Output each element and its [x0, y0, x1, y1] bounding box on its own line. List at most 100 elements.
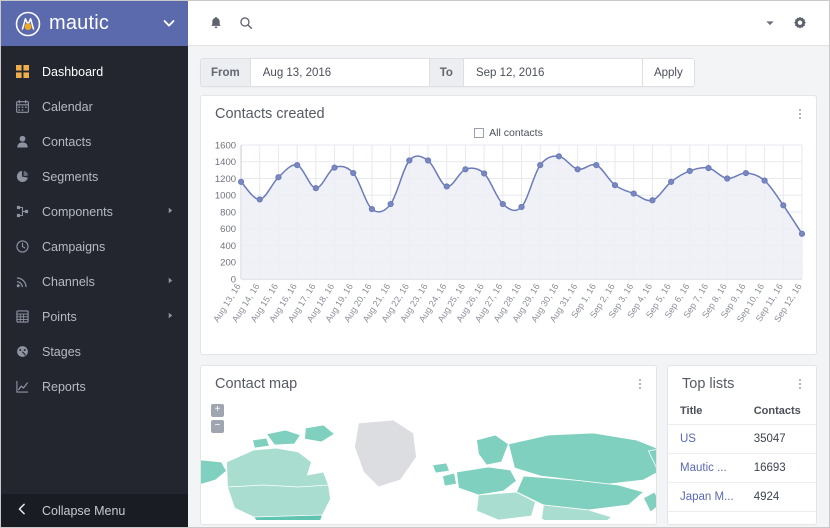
cell-title[interactable]: US	[668, 425, 752, 454]
rss-icon	[16, 275, 36, 288]
sidebar-item-label: Dashboard	[42, 65, 103, 79]
contact-map-header: Contact map	[201, 366, 656, 398]
kebab-menu-icon[interactable]	[636, 377, 644, 391]
sidebar-item-points[interactable]: Points	[1, 299, 188, 334]
table-header: Title Contacts	[668, 398, 816, 425]
top-lists-panel: Top lists Title Contacts US35047Mautic .…	[667, 365, 817, 525]
brand-name: mautic	[49, 12, 109, 35]
svg-text:1600: 1600	[215, 141, 236, 151]
from-date-input[interactable]	[251, 59, 430, 86]
gear-icon[interactable]	[785, 8, 815, 38]
contacts-created-chart: 02004006008001000120014001600Aug 13, 16A…	[201, 141, 816, 341]
panel-title: Contact map	[215, 376, 297, 392]
grid-icon	[16, 65, 36, 78]
contacts-created-header: Contacts created	[201, 96, 816, 128]
svg-text:400: 400	[220, 241, 236, 252]
table-header-row: Title Contacts	[668, 398, 816, 425]
calendar-icon	[16, 100, 36, 113]
sitemap-icon	[16, 205, 36, 218]
bottom-row: Contact map + − Top lists	[200, 365, 817, 525]
sidebar-item-contacts[interactable]: Contacts	[1, 124, 188, 159]
to-label: To	[430, 59, 464, 86]
svg-text:200: 200	[220, 258, 236, 269]
chevron-right-icon	[167, 207, 174, 216]
chevron-right-icon	[167, 277, 174, 286]
chevron-down-icon[interactable]	[162, 16, 176, 32]
clock-icon	[16, 240, 36, 253]
sidebar-item-campaigns[interactable]: Campaigns	[1, 229, 188, 264]
caret-down-icon[interactable]	[755, 8, 785, 38]
sidebar-item-segments[interactable]: Segments	[1, 159, 188, 194]
search-icon[interactable]	[231, 8, 261, 38]
apply-button[interactable]: Apply	[643, 59, 694, 86]
sidebar-item-label: Segments	[42, 170, 98, 184]
dashboard-content: Contacts created All contacts 0200400600…	[188, 95, 829, 527]
sidebar-item-label: Stages	[42, 345, 81, 359]
table-body: US35047Mautic ...16693Japan M...4924	[668, 425, 816, 512]
brand-header[interactable]: mautic	[1, 1, 188, 46]
chevron-left-icon	[16, 503, 36, 518]
panel-title: Top lists	[682, 376, 734, 392]
sidebar-item-label: Channels	[42, 275, 95, 289]
svg-text:800: 800	[220, 208, 236, 219]
sidebar-item-calendar[interactable]: Calendar	[1, 89, 188, 124]
map-zoom-out-button[interactable]: −	[211, 420, 224, 433]
mautic-dashboard-window: mautic Dashboard Calendar	[0, 0, 830, 528]
top-lists-header: Top lists	[668, 366, 816, 398]
sidebar-item-stages[interactable]: Stages	[1, 334, 188, 369]
mautic-logo-icon	[15, 11, 41, 37]
sidebar-item-channels[interactable]: Channels	[1, 264, 188, 299]
sidebar-item-label: Points	[42, 310, 77, 324]
panel-title: Contacts created	[215, 106, 325, 122]
sidebar-item-label: Components	[42, 205, 113, 219]
legend-checkbox[interactable]	[474, 128, 484, 138]
table-row[interactable]: Mautic ...16693	[668, 454, 816, 483]
calculator-icon	[16, 310, 36, 323]
table-row[interactable]: Japan M...4924	[668, 483, 816, 512]
cell-contacts: 35047	[752, 425, 816, 454]
world-map[interactable]: + −	[201, 398, 656, 520]
svg-text:1000: 1000	[215, 191, 236, 202]
column-header-contacts: Contacts	[752, 398, 816, 425]
sidebar-nav: Dashboard Calendar Contacts Segments	[1, 46, 188, 494]
legend-label: All contacts	[489, 127, 543, 139]
sidebar-item-label: Campaigns	[42, 240, 105, 254]
chevron-right-icon	[167, 312, 174, 321]
cell-title[interactable]: Japan M...	[668, 483, 752, 512]
to-date-input[interactable]	[464, 59, 643, 86]
table-row[interactable]: US35047	[668, 425, 816, 454]
pie-chart-icon	[16, 170, 36, 183]
contact-map-panel: Contact map + −	[200, 365, 657, 525]
collapse-menu-label: Collapse Menu	[42, 504, 125, 518]
sidebar-item-label: Contacts	[42, 135, 91, 149]
column-header-title: Title	[668, 398, 752, 425]
contacts-created-panel: Contacts created All contacts 0200400600…	[200, 95, 817, 355]
chart-legend: All contacts	[201, 127, 816, 139]
svg-text:600: 600	[220, 224, 236, 235]
cell-contacts: 4924	[752, 483, 816, 512]
map-zoom-controls: + −	[211, 404, 224, 433]
chart-line-icon	[16, 380, 36, 393]
date-range-group: From To Apply	[200, 58, 695, 87]
sidebar-item-components[interactable]: Components	[1, 194, 188, 229]
user-icon	[16, 135, 36, 148]
topbar	[188, 1, 829, 46]
bell-icon[interactable]	[201, 8, 231, 38]
main-area: From To Apply Contacts created All conta…	[188, 1, 829, 527]
map-zoom-in-button[interactable]: +	[211, 404, 224, 417]
gauge-icon	[16, 345, 36, 358]
from-label: From	[201, 59, 251, 86]
collapse-menu-button[interactable]: Collapse Menu	[1, 494, 188, 527]
sidebar-item-label: Reports	[42, 380, 86, 394]
svg-text:1400: 1400	[215, 157, 236, 168]
svg-text:1200: 1200	[215, 174, 236, 185]
sidebar-item-label: Calendar	[42, 100, 93, 114]
sidebar-item-reports[interactable]: Reports	[1, 369, 188, 404]
kebab-menu-icon[interactable]	[796, 107, 804, 121]
sidebar: mautic Dashboard Calendar	[1, 1, 188, 527]
kebab-menu-icon[interactable]	[796, 377, 804, 391]
cell-title[interactable]: Mautic ...	[668, 454, 752, 483]
cell-contacts: 16693	[752, 454, 816, 483]
sidebar-item-dashboard[interactable]: Dashboard	[1, 54, 188, 89]
date-range-toolbar: From To Apply	[188, 46, 829, 95]
